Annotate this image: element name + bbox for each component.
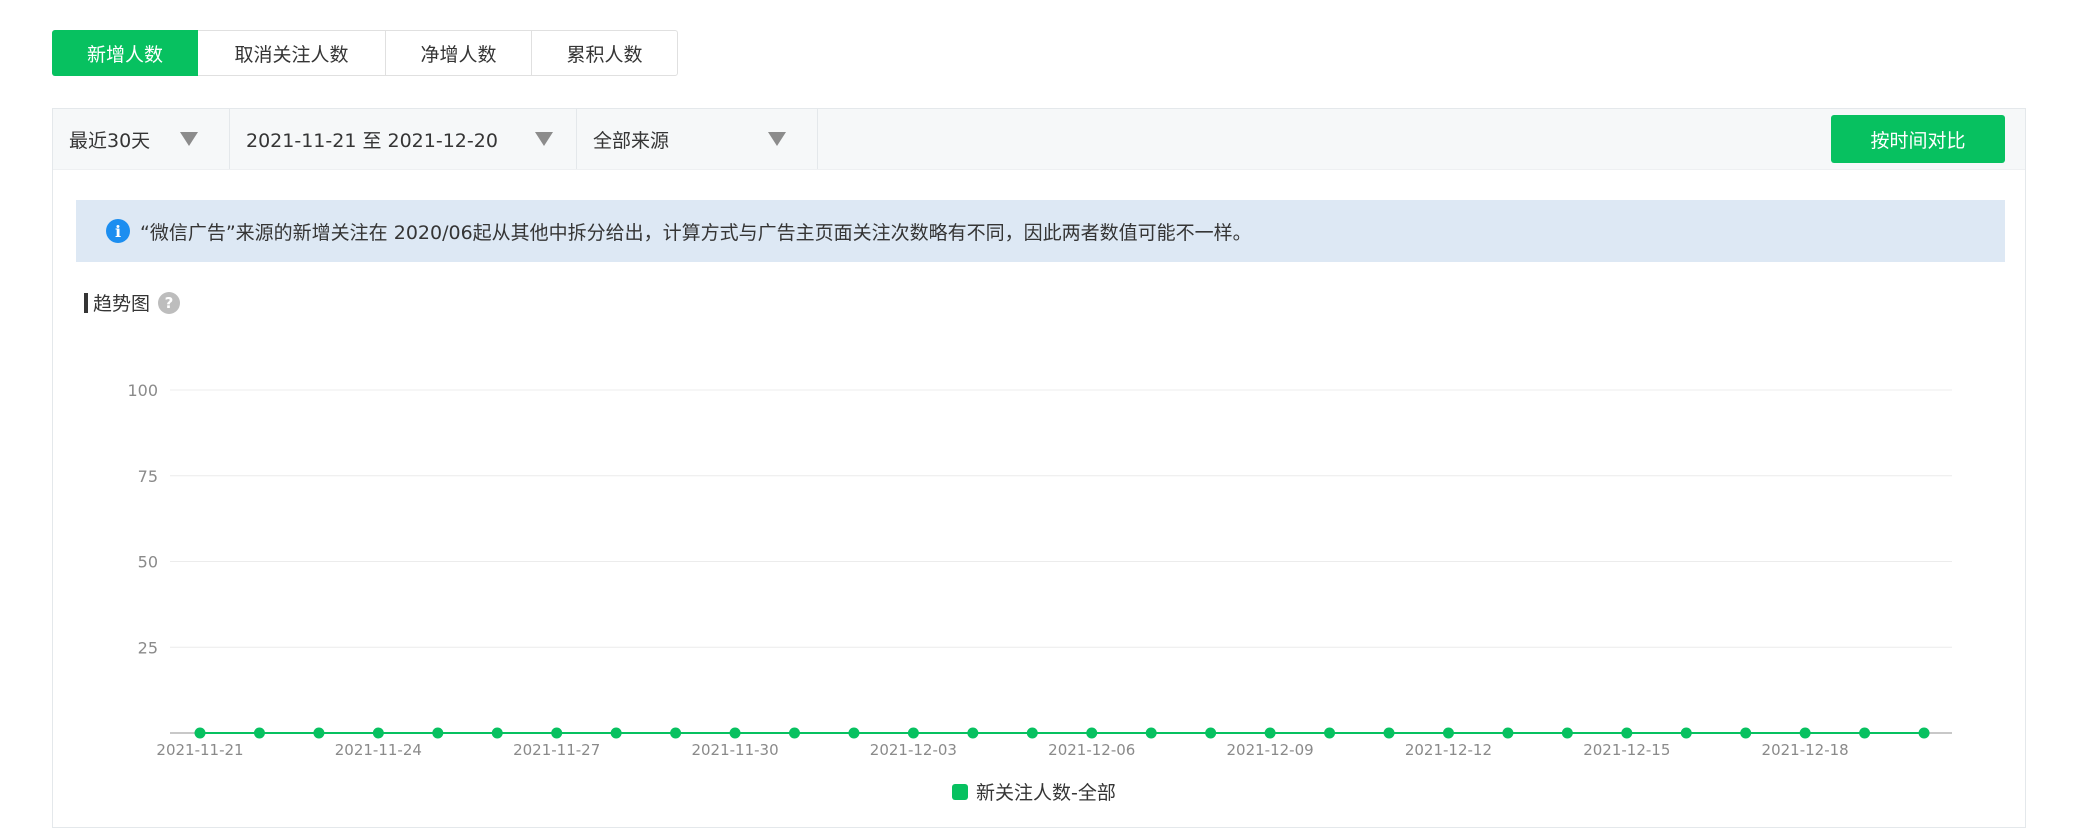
- x-tick-label: 2021-12-18: [1762, 741, 1849, 759]
- data-point: [372, 727, 384, 739]
- x-tick-label: 2021-11-24: [335, 741, 422, 759]
- data-point: [1799, 727, 1811, 739]
- data-point: [729, 727, 741, 739]
- x-tick-label: 2021-12-15: [1583, 741, 1670, 759]
- data-point: [194, 727, 206, 739]
- data-point: [551, 727, 563, 739]
- legend-label: 新关注人数-全部: [976, 782, 1116, 804]
- legend-swatch: [952, 783, 968, 800]
- data-point: [491, 727, 503, 739]
- x-tick-label: 2021-12-06: [1048, 741, 1135, 759]
- data-point: [432, 727, 444, 739]
- y-tick-label: 75: [138, 467, 158, 486]
- data-point: [610, 727, 622, 739]
- x-tick-label: 2021-11-21: [156, 741, 243, 759]
- data-point: [1502, 727, 1514, 739]
- data-point: [1740, 727, 1752, 739]
- data-point: [1324, 727, 1336, 739]
- data-point: [907, 727, 919, 739]
- chart-legend[interactable]: 新关注人数-全部: [952, 778, 1116, 805]
- y-tick-label: 100: [127, 381, 158, 400]
- data-point: [789, 727, 800, 739]
- data-point: [1383, 727, 1395, 739]
- y-tick-label: 25: [138, 638, 158, 657]
- data-point: [1086, 727, 1098, 739]
- data-point: [670, 727, 682, 739]
- x-tick-label: 2021-12-09: [1227, 741, 1314, 759]
- x-tick-label: 2021-11-27: [513, 741, 600, 759]
- data-point: [1264, 727, 1276, 739]
- data-point: [313, 727, 325, 739]
- trend-chart: 25 50 75 100 2021-11-21 2021-11-24 2021-11-27 2…: [127, 381, 1952, 759]
- x-tick-label: 2021-12-12: [1405, 741, 1492, 759]
- y-tick-label: 50: [138, 553, 158, 572]
- x-tick-label: 2021-12-03: [870, 741, 957, 759]
- data-point: [967, 727, 979, 739]
- data-point: [1918, 727, 1930, 739]
- data-point: [253, 727, 265, 739]
- data-point: [1561, 727, 1573, 739]
- x-tick-label: 2021-11-30: [691, 741, 778, 759]
- data-point: [1859, 727, 1871, 739]
- data-point: [1442, 727, 1454, 739]
- data-point: [1145, 727, 1157, 739]
- data-point: [1026, 727, 1038, 739]
- data-point: [1205, 727, 1217, 739]
- data-point: [1621, 727, 1633, 739]
- data-point: [1680, 727, 1692, 739]
- data-point: [848, 727, 860, 739]
